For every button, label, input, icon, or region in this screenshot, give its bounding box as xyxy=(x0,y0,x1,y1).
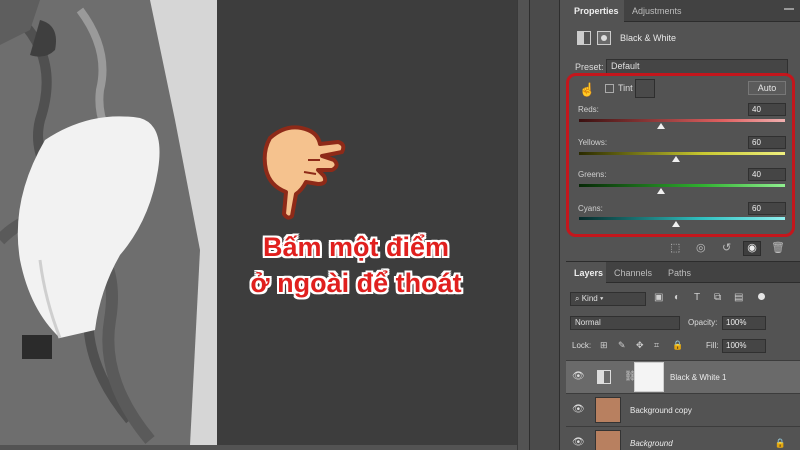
slider-value-yellows[interactable]: 60 xyxy=(748,136,786,149)
slider-thumb-cyans[interactable] xyxy=(671,221,680,227)
filter-toggle[interactable] xyxy=(758,293,765,300)
layer-filter-label: Kind xyxy=(581,294,598,303)
filter-adjustment-icon[interactable]: ◐ xyxy=(674,292,680,303)
lock-label: Lock: xyxy=(572,341,592,350)
tab-adjustments[interactable]: Adjustments xyxy=(624,0,694,22)
tint-checkbox[interactable] xyxy=(605,84,614,93)
reset-icon[interactable]: ↺ xyxy=(722,241,731,254)
opacity-label: Opacity: xyxy=(688,318,718,327)
auto-button[interactable]: Auto xyxy=(748,81,786,95)
slider-label-greens: Greens: xyxy=(578,170,607,179)
filter-pixel-icon[interactable]: ▣ xyxy=(654,292,663,303)
view-previous-state-icon[interactable]: ◎ xyxy=(696,241,706,254)
adjustment-layer-thumb-icon xyxy=(597,370,611,384)
tab-layers[interactable]: Layers xyxy=(566,262,606,284)
document-photo[interactable] xyxy=(0,0,217,445)
lock-all-icon[interactable]: 🔒 xyxy=(672,340,683,351)
layer-filter-dropdown[interactable]: ⌕ Kind ▾ xyxy=(570,292,646,306)
canvas-scroll-edge xyxy=(0,445,517,450)
layers-tabs: Layers Channels Paths xyxy=(566,261,800,284)
document-canvas[interactable]: Bấm một điểm ở ngoài để thoát xyxy=(0,0,517,450)
layer-mask-icon[interactable] xyxy=(597,31,611,45)
layer-visibility-eye-icon[interactable]: 👁 xyxy=(572,404,585,415)
fill-input[interactable]: 100% xyxy=(722,339,766,353)
layer-row-background[interactable]: 👁 Background 🔒 xyxy=(566,426,800,450)
layer-row-black-white[interactable]: 👁 ⛓ Black & White 1 xyxy=(566,360,800,393)
layer-name: Black & White 1 xyxy=(670,373,727,382)
instruction-caption-line2: ở ngoài để thoát xyxy=(250,268,462,298)
slider-track-reds[interactable] xyxy=(579,119,785,122)
tab-properties[interactable]: Properties xyxy=(566,0,624,22)
visibility-eye-icon[interactable]: ◉ xyxy=(743,241,761,256)
slider-label-reds: Reds: xyxy=(578,105,599,114)
layer-visibility-eye-icon[interactable]: 👁 xyxy=(572,437,585,448)
document-background[interactable] xyxy=(217,0,517,445)
layer-row-background-copy[interactable]: 👁 Background copy xyxy=(566,393,800,426)
slider-label-cyans: Cyans: xyxy=(578,204,603,213)
slider-track-yellows[interactable] xyxy=(579,152,785,155)
opacity-input[interactable]: 100% xyxy=(722,316,766,330)
filter-type-icon[interactable]: T xyxy=(694,292,700,303)
preset-label: Preset: xyxy=(575,62,604,72)
photoshop-window: Bấm một điểm ở ngoài để thoát Properties… xyxy=(0,0,800,450)
slider-track-cyans[interactable] xyxy=(579,217,785,220)
layer-mask-thumb[interactable] xyxy=(634,362,664,392)
tint-label: Tint xyxy=(618,83,633,93)
layer-lock-icon: 🔒 xyxy=(774,438,786,448)
slider-label-yellows: Yellows: xyxy=(578,138,608,147)
blend-mode-dropdown[interactable]: Normal xyxy=(570,316,680,330)
trash-icon[interactable]: 🗑 xyxy=(771,241,785,254)
properties-tabs: Properties Adjustments xyxy=(566,0,800,22)
slider-thumb-greens[interactable] xyxy=(657,188,666,194)
adjustment-layer-icon[interactable] xyxy=(577,31,591,45)
lock-transparent-icon[interactable]: ⊞ xyxy=(600,340,608,351)
filter-shape-icon[interactable]: ⧉ xyxy=(714,292,721,303)
pointing-hand-icon xyxy=(258,120,348,220)
clip-to-layer-icon[interactable]: ⬚ xyxy=(670,241,680,254)
layer-thumbnail xyxy=(595,397,621,423)
lock-position-icon[interactable]: ✥ xyxy=(636,340,644,351)
slider-value-reds[interactable]: 40 xyxy=(748,103,786,116)
adjustment-title: Black & White xyxy=(620,33,677,43)
lock-artboard-icon[interactable]: ⌗ xyxy=(654,340,659,351)
tab-paths[interactable]: Paths xyxy=(660,262,700,284)
fill-label: Fill: xyxy=(706,341,719,350)
slider-value-greens[interactable]: 40 xyxy=(748,168,786,181)
targeted-adjustment-hand-icon[interactable]: ☝ xyxy=(579,82,595,98)
lock-image-icon[interactable]: ✎ xyxy=(618,340,626,351)
layer-visibility-eye-icon[interactable]: 👁 xyxy=(572,371,585,382)
slider-thumb-reds[interactable] xyxy=(657,123,666,129)
tint-color-swatch[interactable] xyxy=(635,79,655,98)
preset-dropdown[interactable]: Default xyxy=(606,59,788,74)
layer-thumbnail xyxy=(595,430,621,450)
slider-value-cyans[interactable]: 60 xyxy=(748,202,786,215)
filter-smart-object-icon[interactable]: ▤ xyxy=(734,292,743,303)
slider-track-greens[interactable] xyxy=(579,184,785,187)
slider-thumb-yellows[interactable] xyxy=(671,156,680,162)
layer-name: Background copy xyxy=(630,406,692,415)
instruction-caption-line1: Bấm một điểm xyxy=(262,232,450,262)
collapsed-panel-strip xyxy=(529,0,560,450)
panel-menu-icon[interactable] xyxy=(784,8,794,10)
layer-name: Background xyxy=(630,439,673,448)
right-panel: Properties Adjustments Black & White Pre… xyxy=(566,0,800,450)
tab-channels[interactable]: Channels xyxy=(606,262,660,284)
